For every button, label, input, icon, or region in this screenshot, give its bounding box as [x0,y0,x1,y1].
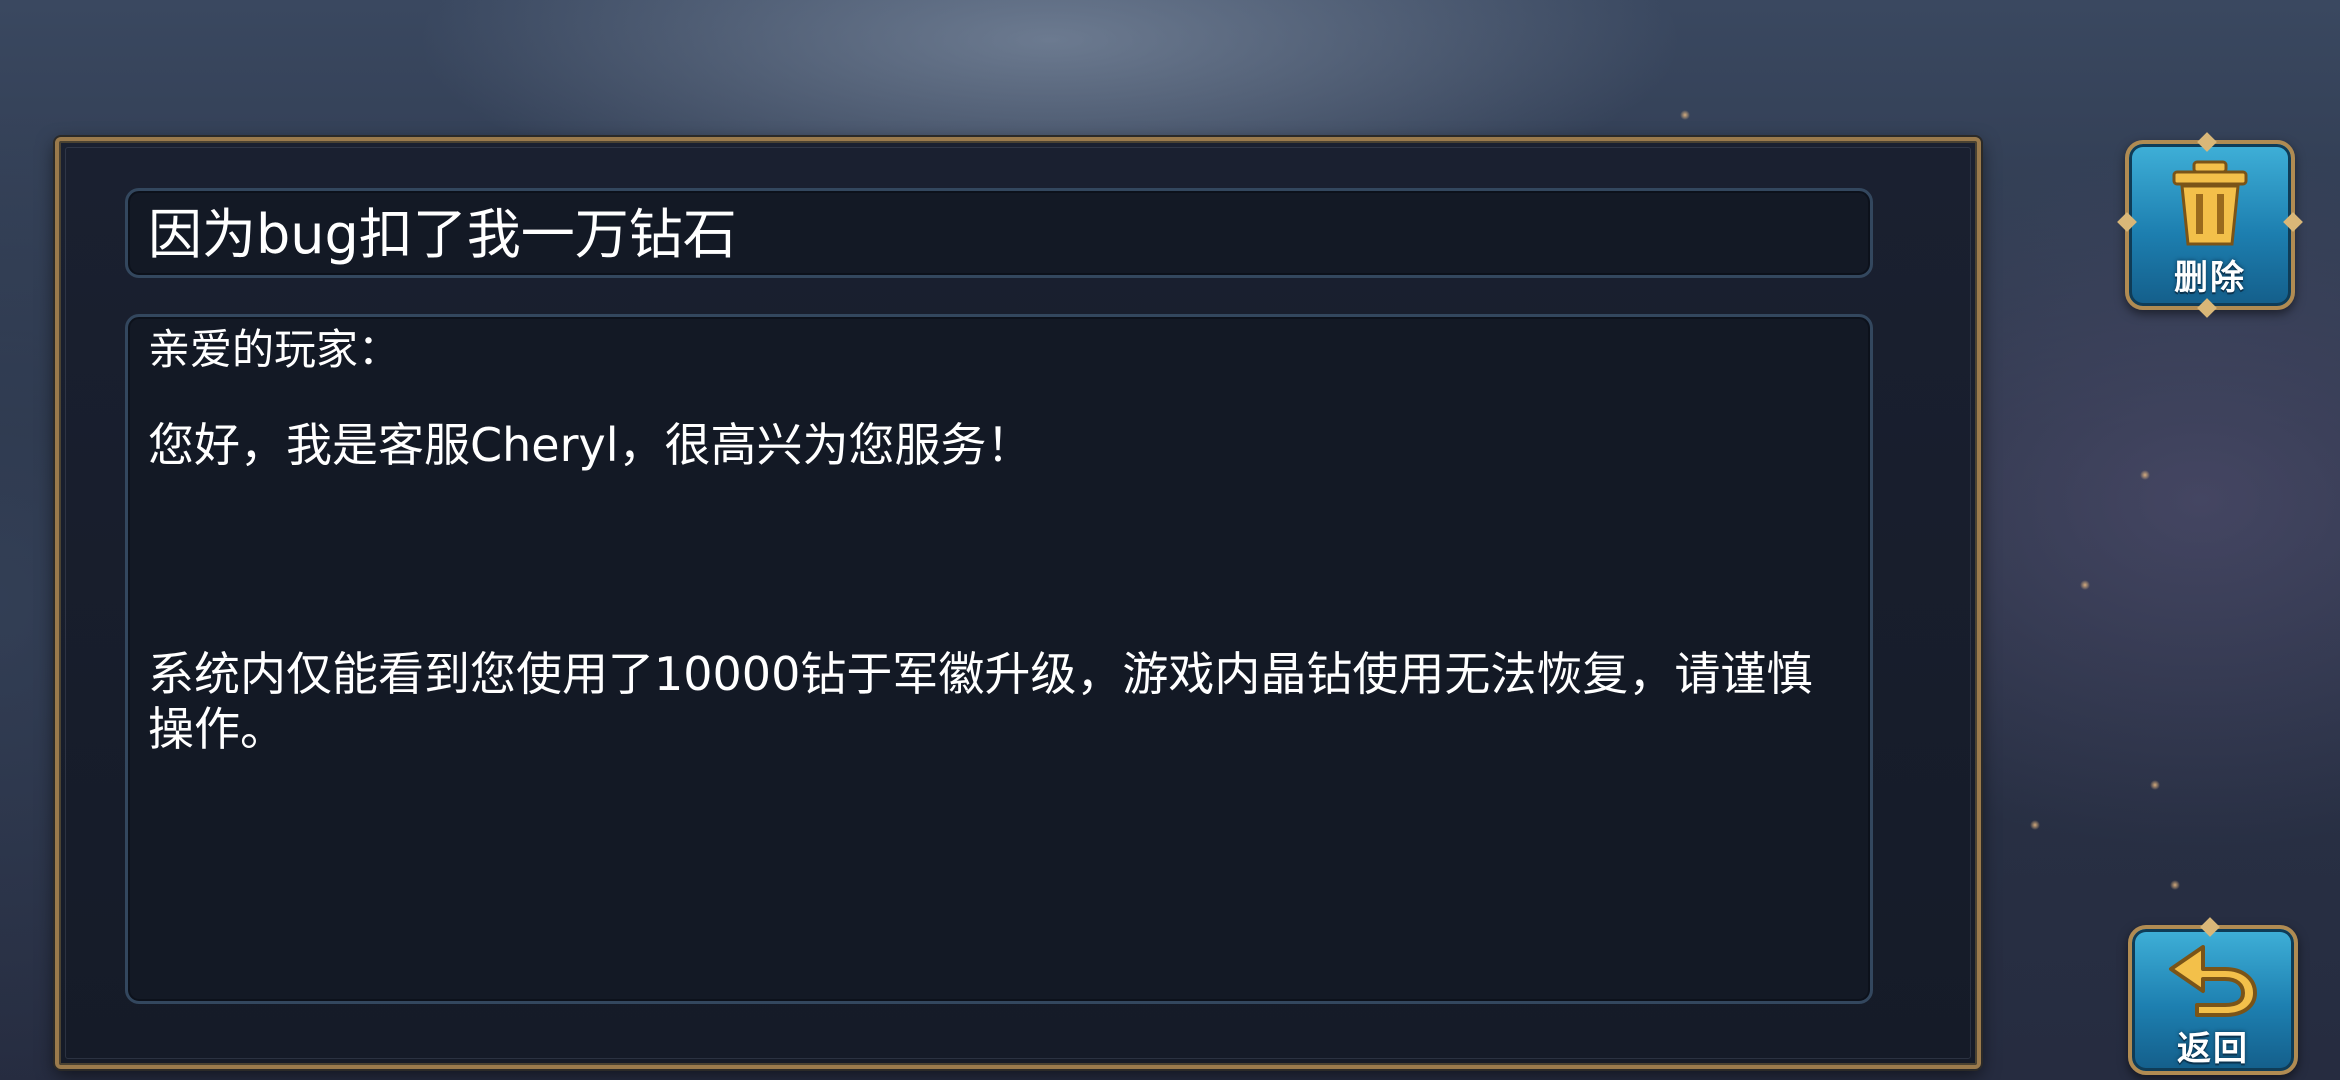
mail-message: 系统内仅能看到您使用了10000钻于军徽升级，游戏内晶钻使用无法恢复，请谨慎操作… [148,647,1813,756]
return-arrow-icon [2132,939,2294,1021]
game-screen: 因为bug扣了我一万钻石 亲爱的玩家： 您好，我是客服Cheryl，很高兴为您服… [0,0,2340,1080]
background-sparkle [2150,780,2160,790]
background-sparkle [2140,470,2150,480]
mail-title-box: 因为bug扣了我一万钻石 [125,188,1873,278]
delete-button[interactable]: 删除 [2117,132,2303,318]
mail-panel: 因为bug扣了我一万钻石 亲爱的玩家： 您好，我是客服Cheryl，很高兴为您服… [55,137,1981,1069]
delete-button-label: 删除 [2174,258,2246,298]
background-sparkle [2030,820,2040,830]
back-button[interactable]: 返回 [2128,917,2298,1075]
background-sparkle [2080,580,2090,590]
mail-greeting: 亲爱的玩家： [148,325,401,374]
back-button-label: 返回 [2177,1029,2249,1069]
trash-can-icon [2129,158,2291,254]
button-gem [2200,917,2220,937]
button-gem [2197,132,2217,152]
mail-title: 因为bug扣了我一万钻石 [148,203,737,266]
mail-intro: 您好，我是客服Cheryl，很高兴为您服务！ [148,418,1033,472]
button-gem [2197,298,2217,318]
background-sparkle [2170,880,2180,890]
background-sparkle [1680,110,1690,120]
mail-body[interactable]: 亲爱的玩家： 您好，我是客服Cheryl，很高兴为您服务！ 系统内仅能看到您使用… [125,314,1873,1004]
